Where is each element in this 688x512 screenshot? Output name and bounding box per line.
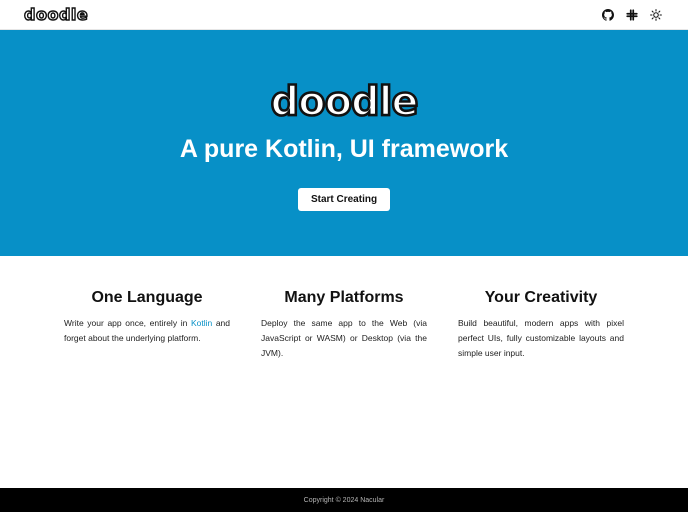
nav-icons bbox=[602, 8, 662, 21]
kotlin-link[interactable]: Kotlin bbox=[191, 318, 212, 328]
nav-logo-letter: d bbox=[23, 4, 36, 24]
hero-logo-letter: o bbox=[323, 79, 353, 125]
github-icon[interactable] bbox=[602, 8, 614, 21]
start-creating-button[interactable]: Start Creating bbox=[298, 188, 390, 211]
feature-description: Deploy the same app to the Web (via Java… bbox=[261, 318, 427, 358]
feature-many-platforms: Many Platforms Deploy the same app to th… bbox=[261, 288, 427, 361]
hero-section: d o o d l e A pure Kotlin, UI framework … bbox=[0, 30, 688, 256]
feature-text: Write your app once, entirely in bbox=[64, 318, 191, 328]
hero-logo-letter: o bbox=[297, 79, 327, 125]
nav-logo-letter: o bbox=[47, 4, 59, 24]
feature-one-language: One Language Write your app once, entire… bbox=[64, 288, 230, 346]
feature-title: One Language bbox=[91, 289, 203, 306]
hero-logo: d o o d l e bbox=[269, 79, 420, 125]
nav-logo-letter: l bbox=[70, 4, 77, 24]
feature-title: Many Platforms bbox=[284, 289, 404, 306]
hero-logo-letter: d bbox=[350, 79, 381, 125]
top-nav: d o o d l e bbox=[0, 0, 688, 30]
nav-logo-letter: e bbox=[76, 4, 88, 24]
footer: Copyright © 2024 Nacular bbox=[0, 488, 688, 512]
hero-logo-letter: e bbox=[390, 79, 420, 125]
feature-your-creativity: Your Creativity Build beautiful, modern … bbox=[458, 288, 624, 361]
features-section: One Language Write your app once, entire… bbox=[0, 256, 688, 488]
feature-description: Build beautiful, modern apps with pixel … bbox=[458, 318, 624, 358]
hero-title: A pure Kotlin, UI framework bbox=[179, 135, 509, 163]
slack-icon[interactable] bbox=[626, 8, 638, 21]
hero-logo-letter: l bbox=[377, 79, 393, 125]
nav-logo[interactable]: d o o d l e bbox=[23, 4, 88, 24]
hero-logo-letter: d bbox=[269, 79, 300, 125]
feature-description: Write your app once, entirely in Kotlin … bbox=[64, 316, 230, 346]
nav-logo-letter: o bbox=[35, 4, 47, 24]
copyright-text: Copyright © 2024 Nacular bbox=[303, 496, 385, 504]
theme-toggle-icon[interactable] bbox=[650, 8, 662, 21]
feature-title: Your Creativity bbox=[484, 289, 598, 306]
nav-logo-letter: d bbox=[58, 4, 71, 24]
